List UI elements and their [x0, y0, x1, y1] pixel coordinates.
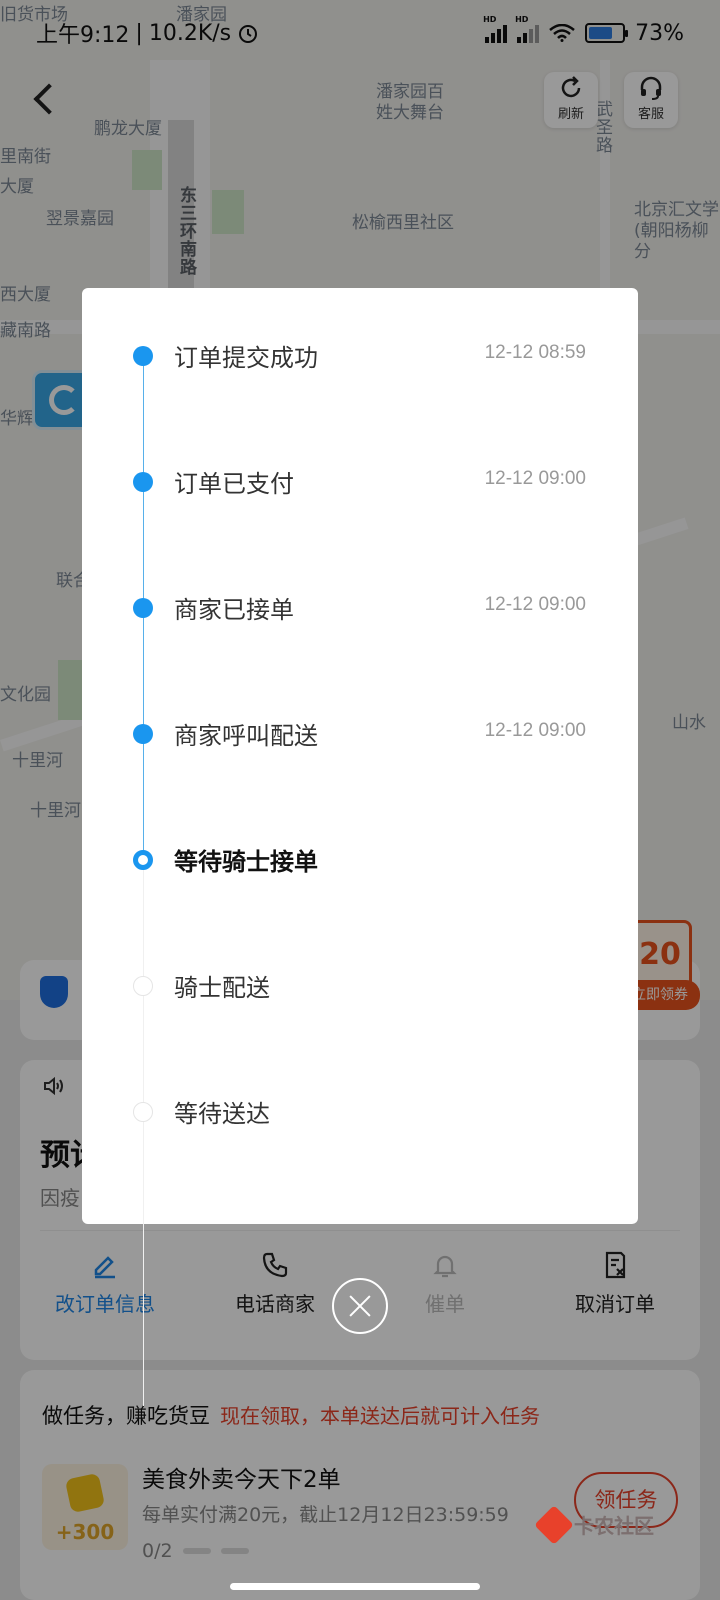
step-label: 订单提交成功 [174, 344, 318, 372]
home-indicator[interactable] [230, 1583, 480, 1590]
step-label: 订单已支付 [174, 470, 294, 498]
timeline-step-current: 等待骑士接单 [82, 840, 638, 880]
step-done-dot [133, 472, 153, 492]
step-current-dot [133, 850, 153, 870]
timeline-step: 商家呼叫配送 12-12 09:00 [82, 714, 638, 754]
step-done-dot [133, 346, 153, 366]
step-label: 骑士配送 [174, 974, 270, 1002]
step-time: 12-12 09:00 [484, 468, 586, 489]
timeline-step-pending: 骑士配送 [82, 966, 638, 1006]
timeline-step: 商家已接单 12-12 09:00 [82, 588, 638, 628]
watermark-text: 卡农社区 [574, 1514, 654, 1538]
timeline-step: 订单提交成功 12-12 08:59 [82, 336, 638, 376]
step-time: 12-12 08:59 [484, 342, 586, 363]
timeline-step: 订单已支付 12-12 09:00 [82, 462, 638, 502]
step-label: 商家已接单 [174, 596, 294, 624]
step-label: 商家呼叫配送 [174, 722, 318, 750]
watermark-logo-icon [534, 1504, 574, 1545]
close-modal-button[interactable] [332, 1278, 388, 1334]
step-done-dot [133, 724, 153, 744]
step-pending-dot [133, 976, 153, 996]
step-pending-dot [133, 1102, 153, 1122]
watermark: 卡农社区 [534, 1504, 654, 1545]
timeline-step-pending: 等待送达 [82, 1092, 638, 1132]
step-time: 12-12 09:00 [484, 594, 586, 615]
step-done-dot [133, 598, 153, 618]
step-label: 等待送达 [174, 1100, 270, 1128]
order-timeline-modal: 订单提交成功 12-12 08:59 订单已支付 12-12 09:00 商家已… [82, 288, 638, 1406]
step-label: 等待骑士接单 [174, 848, 318, 876]
step-time: 12-12 09:00 [484, 720, 586, 741]
